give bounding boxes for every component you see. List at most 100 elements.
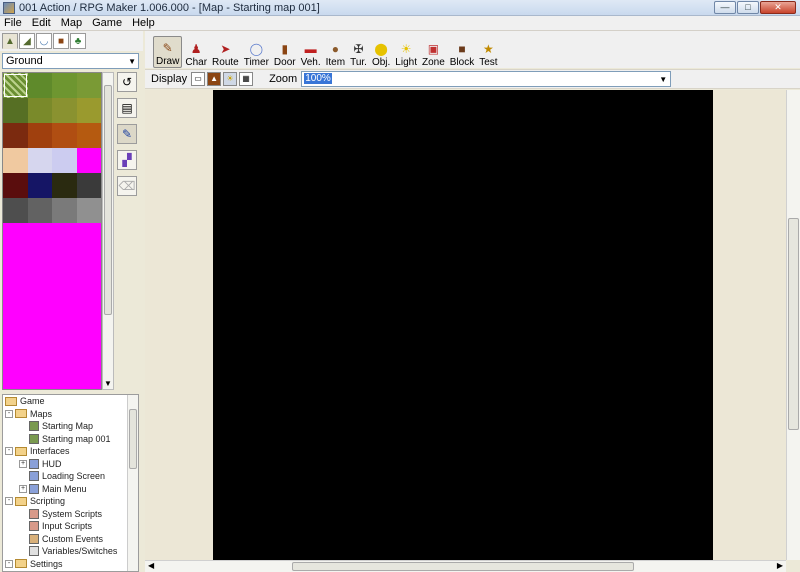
tree-item[interactable]: Starting Map (3, 420, 138, 433)
tile-cell[interactable] (52, 123, 77, 148)
gradient-tool-button[interactable]: ▞ (117, 150, 137, 170)
tree-item[interactable]: Game (3, 395, 138, 408)
collapse-icon[interactable]: - (5, 447, 13, 456)
door-button[interactable]: ▮ Door (272, 36, 298, 68)
scroll-down-icon[interactable]: ▼ (104, 379, 112, 388)
folder-icon (15, 559, 27, 569)
tile-cell[interactable] (27, 173, 52, 198)
tree-item[interactable]: Input Scripts (3, 520, 138, 533)
timer-button[interactable]: ◯ Timer (242, 36, 271, 68)
tile-cell[interactable] (52, 198, 77, 223)
tree-item[interactable]: - Scripting (3, 495, 138, 508)
collapse-icon[interactable]: - (5, 497, 13, 506)
zone-toggle-icon[interactable]: ▦ (239, 72, 254, 86)
tile-cell[interactable] (76, 148, 101, 173)
interface-icon (29, 458, 39, 469)
fill-tool-button[interactable]: ▤ (117, 98, 137, 118)
tile-cell[interactable] (3, 198, 28, 223)
tile-cell[interactable] (27, 198, 52, 223)
item-button[interactable]: ● Item (324, 36, 347, 68)
tab-ground[interactable]: ▲ (2, 33, 18, 49)
vehicle-button[interactable]: ▬ Veh. (299, 36, 323, 68)
tree-scroll-thumb[interactable] (129, 409, 137, 469)
zoom-select[interactable]: 100% ▼ (301, 71, 672, 87)
map-hscroll-thumb[interactable] (292, 562, 634, 571)
light-icon: ☀ (400, 42, 412, 56)
tree-item[interactable]: - Interfaces (3, 445, 138, 458)
tree-item[interactable]: + Main Menu (3, 483, 138, 496)
expand-icon[interactable]: + (19, 459, 27, 468)
route-button[interactable]: ➤ Route (210, 36, 241, 68)
tree-item[interactable]: - Maps (3, 408, 138, 421)
tree-item[interactable]: + HUD (3, 458, 138, 471)
tile-cell[interactable] (52, 98, 77, 123)
menu-help[interactable]: Help (132, 17, 155, 29)
light-button[interactable]: ☀ Light (393, 36, 419, 68)
tab-ceiling[interactable]: ◡ (36, 33, 52, 49)
palette-scroll-thumb[interactable] (104, 85, 112, 315)
undo-tool-button[interactable]: ↺ (117, 72, 137, 92)
tile-cell[interactable] (76, 73, 101, 98)
map-horizontal-scrollbar[interactable]: ◀ ▶ (145, 560, 786, 572)
eraser-tool-button[interactable]: ⌫ (117, 176, 137, 196)
turret-button[interactable]: ✠ Tur. (348, 36, 369, 68)
collapse-icon[interactable]: - (5, 409, 13, 418)
collapse-icon[interactable]: - (5, 559, 13, 568)
tile-cell[interactable] (3, 148, 28, 173)
grid-toggle-icon[interactable]: ▭ (191, 72, 206, 86)
map-viewport[interactable] (145, 90, 786, 560)
project-tree[interactable]: Game - Maps Starting Map Starting map 001… (2, 394, 139, 572)
folder-icon (15, 446, 27, 456)
block-button[interactable]: ■ Block (448, 36, 476, 68)
tile-cell[interactable] (27, 123, 52, 148)
tile-cell[interactable] (3, 123, 28, 148)
test-button[interactable]: ★ Test (477, 36, 499, 68)
menu-map[interactable]: Map (61, 17, 82, 29)
tab-wall[interactable]: ■ (53, 33, 69, 49)
tile-palette[interactable] (2, 72, 102, 390)
pencil-tool-button[interactable]: ✎ (117, 124, 137, 144)
menu-file[interactable]: File (4, 17, 22, 29)
tile-cell[interactable] (76, 198, 101, 223)
menu-game[interactable]: Game (92, 17, 122, 29)
zone-button[interactable]: ▣ Zone (420, 36, 447, 68)
tile-cell[interactable] (52, 73, 77, 98)
tile-cell[interactable] (27, 73, 52, 98)
tab-slope[interactable]: ◢ (19, 33, 35, 49)
layer-select[interactable]: Ground ▼ (2, 53, 139, 69)
menu-edit[interactable]: Edit (32, 17, 51, 29)
tree-item[interactable]: System Scripts (3, 508, 138, 521)
scroll-left-icon[interactable]: ◀ (148, 561, 154, 570)
tile-cell[interactable] (76, 98, 101, 123)
tile-cell[interactable] (76, 123, 101, 148)
tile-cell[interactable] (27, 148, 52, 173)
minimize-button[interactable]: — (714, 1, 736, 14)
light-toggle-icon[interactable]: ☀ (223, 72, 238, 86)
expand-icon[interactable]: + (19, 484, 27, 493)
tile-cell[interactable] (52, 173, 77, 198)
object-button[interactable]: ⬤ Obj. (370, 36, 392, 68)
tile-cell[interactable] (3, 73, 28, 98)
map-vertical-scrollbar[interactable] (786, 90, 800, 560)
tile-cell[interactable] (3, 98, 28, 123)
map-canvas[interactable] (213, 90, 713, 560)
tile-cell[interactable] (76, 173, 101, 198)
maximize-button[interactable]: □ (737, 1, 759, 14)
tree-item[interactable]: Variables/Switches (3, 545, 138, 558)
tile-cell[interactable] (52, 148, 77, 173)
tab-tree[interactable]: ♣ (70, 33, 86, 49)
tree-item[interactable]: Starting map 001 (3, 433, 138, 446)
tree-item[interactable]: - Settings (3, 558, 138, 571)
char-button[interactable]: ♟ Char (183, 36, 209, 68)
tile-cell[interactable] (27, 98, 52, 123)
palette-scrollbar[interactable]: ▼ (102, 72, 114, 390)
tree-item[interactable]: Custom Events (3, 533, 138, 546)
tile-cell[interactable] (3, 173, 28, 198)
draw-button[interactable]: ✎ Draw (153, 36, 183, 68)
close-button[interactable]: ✕ (760, 1, 796, 14)
scroll-right-icon[interactable]: ▶ (777, 561, 783, 570)
tree-scrollbar[interactable] (127, 395, 138, 571)
layer-toggle-icon[interactable]: ▲ (207, 72, 222, 86)
tree-item[interactable]: Loading Screen (3, 470, 138, 483)
map-vscroll-thumb[interactable] (788, 218, 799, 430)
